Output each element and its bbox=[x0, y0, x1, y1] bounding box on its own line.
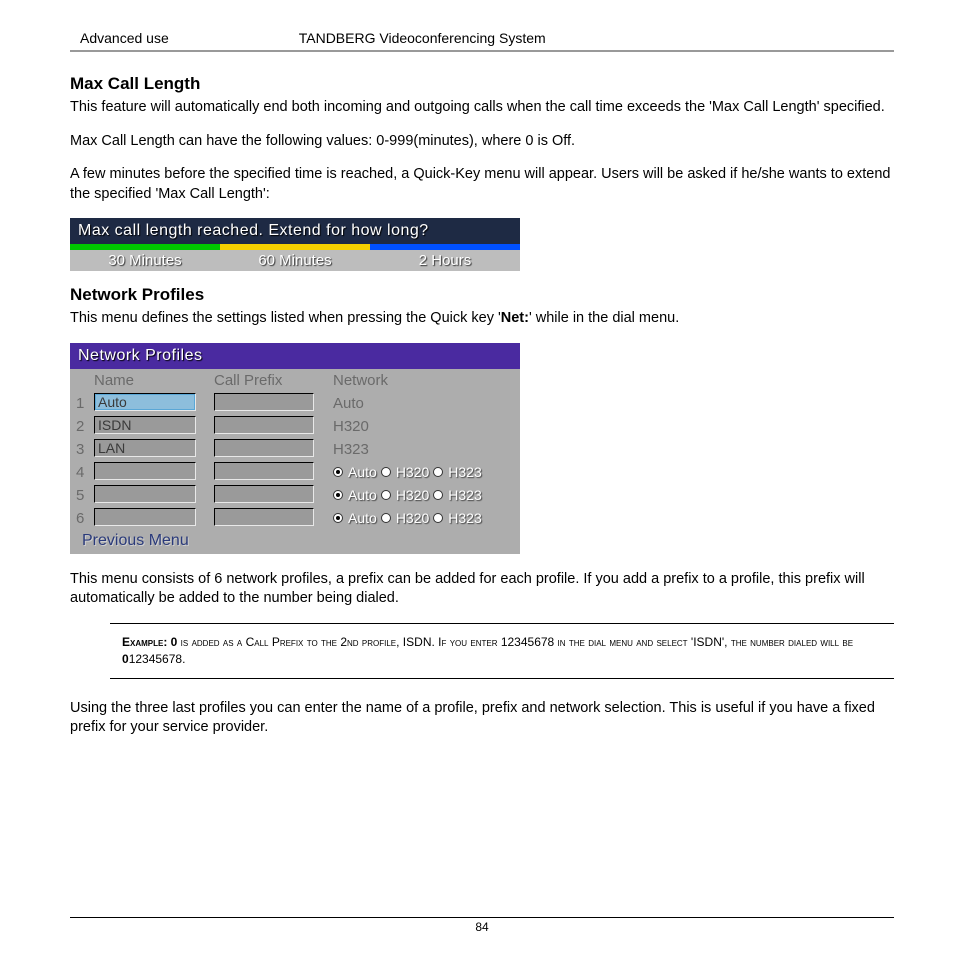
np-network-radios-4: Auto H320 H323 bbox=[329, 464, 482, 480]
np-row-idx: 3 bbox=[76, 441, 94, 458]
np-paragraph-last: Using the three last profiles you can en… bbox=[70, 699, 894, 738]
np-prefix-input-6[interactable] bbox=[214, 508, 314, 526]
radio-h320-label: H320 bbox=[396, 487, 429, 503]
np-prefix-input-3[interactable] bbox=[214, 439, 314, 457]
np-row-idx: 6 bbox=[76, 510, 94, 527]
mcl-option-2hours[interactable]: 2 Hours bbox=[370, 250, 520, 271]
radio-h320-icon[interactable] bbox=[381, 490, 391, 500]
footer-rule bbox=[70, 917, 894, 918]
np-row-1: 1 Auto Auto bbox=[70, 392, 520, 415]
np-row-idx: 5 bbox=[76, 487, 94, 504]
np-dialog-title: Network Profiles bbox=[70, 343, 520, 369]
radio-h320-label: H320 bbox=[396, 464, 429, 480]
mcl-option-60min[interactable]: 60 Minutes bbox=[220, 250, 370, 271]
np-paragraph-after: This menu consists of 6 network profiles… bbox=[70, 570, 894, 609]
example-label: Example: 0 bbox=[122, 635, 177, 649]
np-p1-a: This menu defines the settings listed wh… bbox=[70, 310, 501, 326]
np-network-3: H323 bbox=[329, 441, 514, 458]
np-head-name: Name bbox=[94, 372, 214, 389]
header-title: TANDBERG Videoconferencing System bbox=[299, 30, 546, 46]
np-row-2: 2 ISDN H320 bbox=[70, 415, 520, 438]
np-previous-menu[interactable]: Previous Menu bbox=[70, 530, 520, 554]
np-paragraph-1: This menu defines the settings listed wh… bbox=[70, 309, 894, 329]
np-network-radios-6: Auto H320 H323 bbox=[329, 510, 482, 526]
mcl-dialog-title: Max call length reached. Extend for how … bbox=[70, 218, 520, 244]
np-header-row: Name Call Prefix Network bbox=[70, 369, 520, 392]
example-bold-digit: 0 bbox=[122, 652, 129, 666]
np-name-input-4[interactable] bbox=[94, 462, 196, 480]
np-name-input-3[interactable]: LAN bbox=[94, 439, 196, 457]
np-row-idx: 4 bbox=[76, 464, 94, 481]
max-call-length-dialog: Max call length reached. Extend for how … bbox=[70, 218, 520, 271]
radio-h323-icon[interactable] bbox=[433, 490, 443, 500]
section-max-call-length-title: Max Call Length bbox=[70, 74, 894, 94]
header-rule bbox=[70, 50, 894, 52]
np-row-6: 6 Auto H320 H323 bbox=[70, 507, 520, 530]
radio-auto-label: Auto bbox=[348, 510, 377, 526]
np-name-input-5[interactable] bbox=[94, 485, 196, 503]
radio-auto-icon[interactable] bbox=[333, 513, 343, 523]
np-row-3: 3 LAN H323 bbox=[70, 438, 520, 461]
np-prefix-input-1[interactable] bbox=[214, 393, 314, 411]
np-network-2: H320 bbox=[329, 418, 514, 435]
np-head-prefix: Call Prefix bbox=[214, 372, 329, 389]
radio-h323-icon[interactable] bbox=[433, 513, 443, 523]
mcl-paragraph-1: This feature will automatically end both… bbox=[70, 98, 894, 118]
mcl-paragraph-3: A few minutes before the specified time … bbox=[70, 165, 894, 204]
mcl-options-row: 30 Minutes 60 Minutes 2 Hours bbox=[70, 250, 520, 271]
radio-auto-label: Auto bbox=[348, 487, 377, 503]
mcl-option-30min[interactable]: 30 Minutes bbox=[70, 250, 220, 271]
radio-auto-label: Auto bbox=[348, 464, 377, 480]
network-profiles-dialog: Network Profiles Name Call Prefix Networ… bbox=[70, 343, 520, 554]
np-prefix-input-5[interactable] bbox=[214, 485, 314, 503]
mcl-paragraph-2: Max Call Length can have the following v… bbox=[70, 132, 894, 152]
radio-h320-icon[interactable] bbox=[381, 467, 391, 477]
np-head-network: Network bbox=[329, 372, 514, 389]
example-text-2: 12345678. bbox=[129, 652, 186, 666]
np-p1-bold: Net: bbox=[501, 310, 529, 326]
radio-h320-icon[interactable] bbox=[381, 513, 391, 523]
radio-h323-label: H323 bbox=[448, 464, 481, 480]
header-section: Advanced use bbox=[80, 30, 169, 46]
page-number: 84 bbox=[70, 920, 894, 934]
np-row-5: 5 Auto H320 H323 bbox=[70, 484, 520, 507]
example-box: Example: 0 is added as a Call Prefix to … bbox=[110, 623, 894, 679]
radio-h323-icon[interactable] bbox=[433, 467, 443, 477]
np-network-1: Auto bbox=[329, 395, 514, 412]
radio-auto-icon[interactable] bbox=[333, 467, 343, 477]
section-network-profiles-title: Network Profiles bbox=[70, 285, 894, 305]
np-name-input-2[interactable]: ISDN bbox=[94, 416, 196, 434]
np-row-idx: 2 bbox=[76, 418, 94, 435]
page-footer: 84 bbox=[70, 917, 894, 934]
np-p1-c: ' while in the dial menu. bbox=[529, 310, 679, 326]
radio-auto-icon[interactable] bbox=[333, 490, 343, 500]
np-row-idx: 1 bbox=[76, 395, 94, 412]
np-prefix-input-2[interactable] bbox=[214, 416, 314, 434]
radio-h323-label: H323 bbox=[448, 487, 481, 503]
page-header: Advanced use TANDBERG Videoconferencing … bbox=[70, 30, 894, 46]
np-network-radios-5: Auto H320 H323 bbox=[329, 487, 482, 503]
example-text-1: is added as a Call Prefix to the 2nd pro… bbox=[177, 635, 853, 649]
np-name-input-6[interactable] bbox=[94, 508, 196, 526]
np-row-4: 4 Auto H320 H323 bbox=[70, 461, 520, 484]
radio-h323-label: H323 bbox=[448, 510, 481, 526]
np-name-input-1[interactable]: Auto bbox=[94, 393, 196, 411]
np-prefix-input-4[interactable] bbox=[214, 462, 314, 480]
radio-h320-label: H320 bbox=[396, 510, 429, 526]
